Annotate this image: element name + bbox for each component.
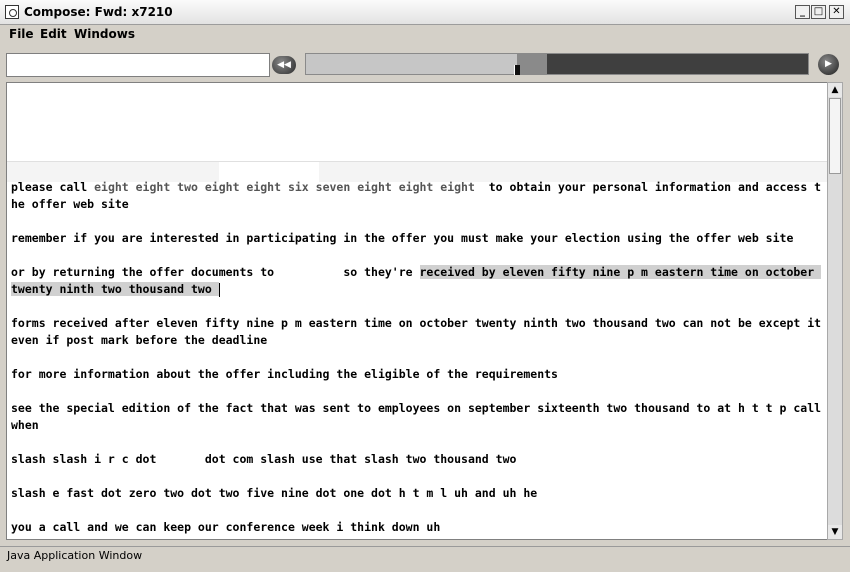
message-paragraph[interactable]: or by returning the offer documents to s… [11, 264, 823, 298]
message-paragraph[interactable]: remember if you are interested in partic… [11, 230, 823, 247]
message-paragraph[interactable]: slash e fast dot zero two dot two five n… [11, 485, 823, 502]
message-paragraph[interactable]: please call eight eight two eight eight … [11, 179, 823, 213]
scroll-thumb[interactable] [829, 98, 841, 174]
paragraph-text: slash slash i r c dot dot com slash use … [11, 452, 517, 466]
message-editor[interactable]: please call eight eight two eight eight … [6, 82, 827, 540]
text-cursor [218, 282, 220, 297]
title-bar[interactable]: Compose: Fwd: x7210 _ □ ✕ [0, 0, 850, 25]
play-icon[interactable]: ▶ [818, 54, 839, 75]
paragraph-text: forms received after eleven fifty nine p… [11, 316, 822, 347]
compose-window: Compose: Fwd: x7210 _ □ ✕ File Edit Wind… [0, 0, 850, 572]
app-icon [5, 5, 19, 19]
status-text: Java Application Window [7, 549, 143, 562]
progress-thumb[interactable] [513, 65, 520, 75]
scroll-up-icon[interactable]: ▲ [828, 83, 842, 97]
editor-header-area [7, 83, 827, 162]
address-input[interactable] [6, 53, 270, 77]
message-body[interactable]: please call eight eight two eight eight … [11, 179, 823, 539]
scroll-down-icon[interactable]: ▼ [828, 525, 842, 539]
toolbar: ◀◀ ▶ [0, 45, 850, 81]
message-paragraph[interactable]: slash slash i r c dot dot com slash use … [11, 451, 823, 468]
paragraph-text: for more information about the offer inc… [11, 367, 558, 381]
message-paragraph[interactable]: see the special edition of the fact that… [11, 400, 823, 434]
status-bar: Java Application Window [0, 546, 850, 566]
paragraph-text: remember if you are interested in partic… [11, 231, 794, 245]
playback-progress-bar[interactable] [305, 53, 809, 75]
paragraph-text: eight eight two eight eight six seven ei… [94, 180, 482, 194]
maximize-button[interactable]: □ [811, 5, 826, 19]
paragraph-text: slash e fast dot zero two dot two five n… [11, 486, 538, 500]
menu-windows[interactable]: Windows [74, 27, 135, 41]
menu-file[interactable]: File [9, 27, 34, 41]
menu-bar: File Edit Windows [0, 25, 850, 45]
menu-edit[interactable]: Edit [40, 27, 67, 41]
paragraph-text: you a call and we can keep our conferenc… [11, 520, 441, 534]
progress-buffered [516, 54, 547, 74]
paragraph-text: or by returning the offer documents to s… [11, 265, 420, 279]
close-button[interactable]: ✕ [829, 5, 844, 19]
paragraph-text: please call [11, 180, 95, 194]
progress-played [306, 54, 517, 74]
message-paragraph[interactable]: you a call and we can keep our conferenc… [11, 519, 823, 536]
paragraph-text: see the special edition of the fact that… [11, 401, 822, 432]
rewind-icon[interactable]: ◀◀ [272, 56, 296, 74]
window-title: Compose: Fwd: x7210 [24, 5, 173, 19]
minimize-button[interactable]: _ [795, 5, 810, 19]
vertical-scrollbar[interactable]: ▲ ▼ [827, 82, 843, 540]
message-paragraph[interactable]: forms received after eleven fifty nine p… [11, 315, 823, 349]
message-paragraph[interactable]: for more information about the offer inc… [11, 366, 823, 383]
